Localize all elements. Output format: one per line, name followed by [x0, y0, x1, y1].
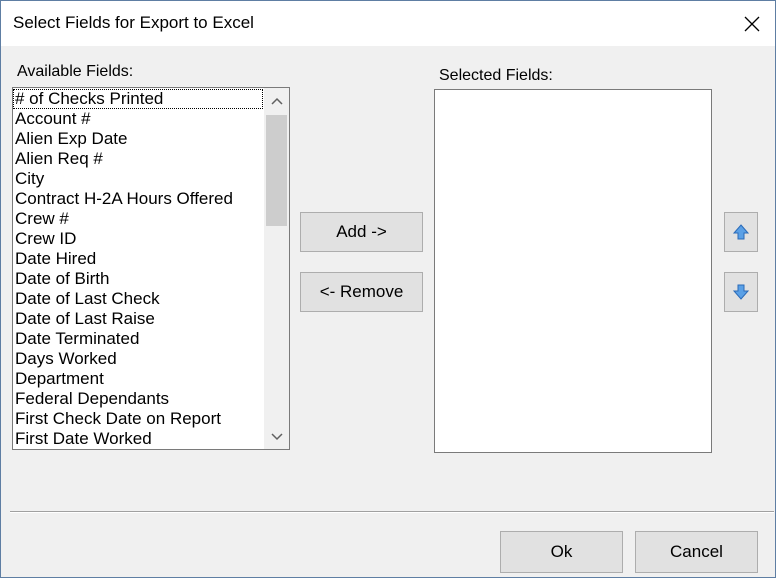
close-button[interactable]: [729, 1, 775, 46]
available-field-item[interactable]: Date of Last Raise: [13, 309, 263, 329]
export-dialog: Select Fields for Export to Excel Availa…: [0, 0, 776, 578]
chevron-up-icon: [270, 97, 283, 105]
available-field-item[interactable]: Alien Req #: [13, 149, 263, 169]
available-field-item[interactable]: # of Checks Printed: [13, 89, 263, 109]
scroll-thumb[interactable]: [266, 115, 287, 226]
add-button[interactable]: Add ->: [300, 212, 423, 252]
move-down-button[interactable]: [724, 272, 758, 312]
window-title: Select Fields for Export to Excel: [13, 13, 254, 32]
available-field-item[interactable]: City: [13, 169, 263, 189]
selected-fields-list[interactable]: [434, 89, 712, 453]
remove-button[interactable]: <- Remove: [300, 272, 423, 312]
available-field-item[interactable]: First Check Date on Report: [13, 409, 263, 429]
scroll-up-button[interactable]: [264, 88, 289, 113]
available-field-item[interactable]: Crew #: [13, 209, 263, 229]
available-field-item[interactable]: Date Hired: [13, 249, 263, 269]
available-fields-list[interactable]: # of Checks Printed Account # Alien Exp Da…: [12, 87, 290, 450]
available-field-item[interactable]: First Date Worked: [13, 429, 263, 449]
available-field-item[interactable]: Alien Exp Date: [13, 129, 263, 149]
available-fields-label: Available Fields:: [17, 63, 134, 80]
cancel-button[interactable]: Cancel: [635, 531, 758, 573]
available-field-item[interactable]: Days Worked: [13, 349, 263, 369]
title-bar: Select Fields for Export to Excel: [1, 1, 775, 46]
arrow-up-icon: [732, 224, 750, 240]
selected-fields-label: Selected Fields:: [439, 67, 553, 84]
available-field-item[interactable]: Date of Birth: [13, 269, 263, 289]
close-icon: [744, 16, 760, 31]
available-field-item[interactable]: Date of Last Check: [13, 289, 263, 309]
available-field-item[interactable]: Contract H-2A Hours Offered: [13, 189, 263, 209]
footer-separator-highlight: [10, 512, 774, 513]
available-field-item[interactable]: Federal Dependants: [13, 389, 263, 409]
move-up-button[interactable]: [724, 212, 758, 252]
available-field-item[interactable]: Date Terminated: [13, 329, 263, 349]
chevron-down-icon: [270, 432, 283, 440]
arrow-down-icon: [732, 284, 750, 300]
ok-button[interactable]: Ok: [500, 531, 623, 573]
available-field-item[interactable]: Department: [13, 369, 263, 389]
available-field-item[interactable]: Account #: [13, 109, 263, 129]
available-fields-items: # of Checks Printed Account # Alien Exp Da…: [13, 89, 263, 449]
available-fields-scrollbar[interactable]: [264, 88, 289, 449]
scroll-down-button[interactable]: [264, 424, 289, 449]
available-field-item[interactable]: Crew ID: [13, 229, 263, 249]
